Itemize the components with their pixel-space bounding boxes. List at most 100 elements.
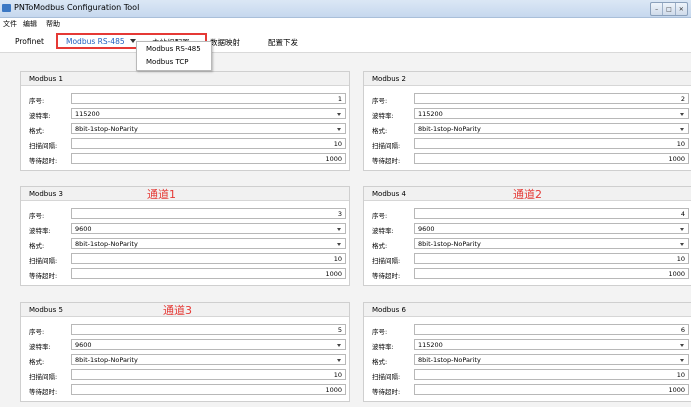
menu-help[interactable]: 帮助 bbox=[46, 19, 60, 29]
group-title: Modbus 5 bbox=[29, 306, 63, 314]
baud-value: 9600 bbox=[418, 225, 435, 233]
annotation-channel-3: 通道3 bbox=[163, 304, 192, 317]
baud-label: 波特率: bbox=[372, 227, 394, 235]
chevron-down-icon[interactable] bbox=[680, 344, 684, 347]
timeout-value: 1000 bbox=[325, 270, 342, 278]
modbus-group-1: Modbus 1 序号: 1 波特率: 115200 格式: 8bit-1stop-N… bbox=[20, 71, 350, 171]
scan-interval-value: 10 bbox=[676, 371, 685, 379]
format-value: 8bit-1stop-NoParity bbox=[418, 356, 481, 364]
serial-input[interactable]: 3 bbox=[71, 208, 346, 219]
baud-select[interactable]: 115200 bbox=[71, 108, 346, 119]
chevron-down-icon[interactable] bbox=[337, 243, 341, 246]
dropdown-item-rs485[interactable]: Modbus RS-485 bbox=[146, 45, 201, 53]
menu-edit[interactable]: 编辑 bbox=[23, 19, 37, 29]
scan-interval-label: 扫描间隔: bbox=[29, 142, 58, 150]
baud-label: 波特率: bbox=[29, 227, 51, 235]
scan-interval-value: 10 bbox=[676, 140, 685, 148]
format-select[interactable]: 8bit-1stop-NoParity bbox=[414, 354, 689, 365]
timeout-label: 等待超时: bbox=[372, 272, 401, 280]
format-select[interactable]: 8bit-1stop-NoParity bbox=[71, 123, 346, 134]
chevron-down-icon[interactable] bbox=[680, 243, 684, 246]
scan-interval-label: 扫描间隔: bbox=[372, 373, 401, 381]
timeout-input[interactable]: 1000 bbox=[414, 153, 689, 164]
chevron-down-icon[interactable] bbox=[680, 128, 684, 131]
baud-select[interactable]: 115200 bbox=[414, 339, 689, 350]
format-select[interactable]: 8bit-1stop-NoParity bbox=[414, 238, 689, 249]
baud-value: 115200 bbox=[418, 110, 443, 118]
tab-config-download[interactable]: 配置下发 bbox=[268, 37, 298, 48]
close-icon[interactable]: ✕ bbox=[676, 3, 687, 15]
scan-interval-input[interactable]: 10 bbox=[414, 369, 689, 380]
chevron-down-icon[interactable] bbox=[337, 113, 341, 116]
dropdown-item-tcp[interactable]: Modbus TCP bbox=[146, 58, 189, 66]
timeout-input[interactable]: 1000 bbox=[71, 268, 346, 279]
chevron-down-icon[interactable] bbox=[680, 228, 684, 231]
serial-input[interactable]: 1 bbox=[71, 93, 346, 104]
timeout-label: 等待超时: bbox=[372, 388, 401, 396]
baud-select[interactable]: 115200 bbox=[414, 108, 689, 119]
serial-value: 1 bbox=[337, 95, 342, 103]
annotation-channel-1: 通道1 bbox=[147, 188, 176, 201]
chevron-down-icon[interactable] bbox=[337, 128, 341, 131]
scan-interval-label: 扫描间隔: bbox=[29, 373, 58, 381]
format-label: 格式: bbox=[372, 358, 388, 366]
minimize-icon[interactable]: – bbox=[651, 3, 664, 15]
format-value: 8bit-1stop-NoParity bbox=[418, 240, 481, 248]
serial-input[interactable]: 2 bbox=[414, 93, 689, 104]
baud-select[interactable]: 9600 bbox=[414, 223, 689, 234]
format-select[interactable]: 8bit-1stop-NoParity bbox=[71, 238, 346, 249]
serial-input[interactable]: 4 bbox=[414, 208, 689, 219]
chevron-down-icon[interactable] bbox=[337, 228, 341, 231]
serial-label: 序号: bbox=[29, 212, 45, 220]
scan-interval-input[interactable]: 10 bbox=[71, 253, 346, 264]
format-value: 8bit-1stop-NoParity bbox=[75, 240, 138, 248]
baud-value: 9600 bbox=[75, 341, 92, 349]
group-header: Modbus 6 bbox=[364, 303, 691, 317]
chevron-down-icon[interactable] bbox=[680, 113, 684, 116]
format-value: 8bit-1stop-NoParity bbox=[75, 356, 138, 364]
serial-input[interactable]: 5 bbox=[71, 324, 346, 335]
baud-value: 115200 bbox=[418, 341, 443, 349]
serial-label: 序号: bbox=[29, 97, 45, 105]
scan-interval-input[interactable]: 10 bbox=[71, 138, 346, 149]
scan-interval-input[interactable]: 10 bbox=[414, 253, 689, 264]
scan-interval-label: 扫描间隔: bbox=[372, 257, 401, 265]
tab-data-mapping[interactable]: 数据映射 bbox=[210, 37, 240, 48]
baud-select[interactable]: 9600 bbox=[71, 223, 346, 234]
timeout-label: 等待超时: bbox=[29, 388, 58, 396]
serial-input[interactable]: 6 bbox=[414, 324, 689, 335]
app-icon bbox=[2, 4, 11, 12]
maximize-icon[interactable]: □ bbox=[663, 3, 676, 15]
format-select[interactable]: 8bit-1stop-NoParity bbox=[414, 123, 689, 134]
window-controls: – □ ✕ bbox=[650, 2, 688, 16]
serial-label: 序号: bbox=[372, 97, 388, 105]
group-title: Modbus 6 bbox=[372, 306, 406, 314]
timeout-input[interactable]: 1000 bbox=[414, 384, 689, 395]
baud-value: 115200 bbox=[75, 110, 100, 118]
format-label: 格式: bbox=[372, 127, 388, 135]
timeout-input[interactable]: 1000 bbox=[71, 153, 346, 164]
baud-label: 波特率: bbox=[29, 112, 51, 120]
timeout-input[interactable]: 1000 bbox=[71, 384, 346, 395]
format-value: 8bit-1stop-NoParity bbox=[75, 125, 138, 133]
baud-value: 9600 bbox=[75, 225, 92, 233]
serial-value: 6 bbox=[680, 326, 685, 334]
baud-select[interactable]: 9600 bbox=[71, 339, 346, 350]
menu-file[interactable]: 文件 bbox=[3, 19, 17, 29]
annotation-channel-2: 通道2 bbox=[513, 188, 542, 201]
modbus-group-2: Modbus 2 序号: 2 波特率: 115200 格式: 8bit-1stop-N… bbox=[363, 71, 691, 171]
chevron-down-icon[interactable] bbox=[680, 359, 684, 362]
group-title: Modbus 1 bbox=[29, 75, 63, 83]
scan-interval-label: 扫描间隔: bbox=[372, 142, 401, 150]
scan-interval-input[interactable]: 10 bbox=[414, 138, 689, 149]
serial-value: 3 bbox=[337, 210, 342, 218]
chevron-down-icon[interactable] bbox=[337, 344, 341, 347]
format-value: 8bit-1stop-NoParity bbox=[418, 125, 481, 133]
serial-label: 序号: bbox=[29, 328, 45, 336]
group-header: Modbus 2 bbox=[364, 72, 691, 86]
chevron-down-icon[interactable] bbox=[337, 359, 341, 362]
timeout-input[interactable]: 1000 bbox=[414, 268, 689, 279]
scan-interval-input[interactable]: 10 bbox=[71, 369, 346, 380]
tab-profinet[interactable]: Profinet bbox=[15, 37, 44, 46]
format-select[interactable]: 8bit-1stop-NoParity bbox=[71, 354, 346, 365]
